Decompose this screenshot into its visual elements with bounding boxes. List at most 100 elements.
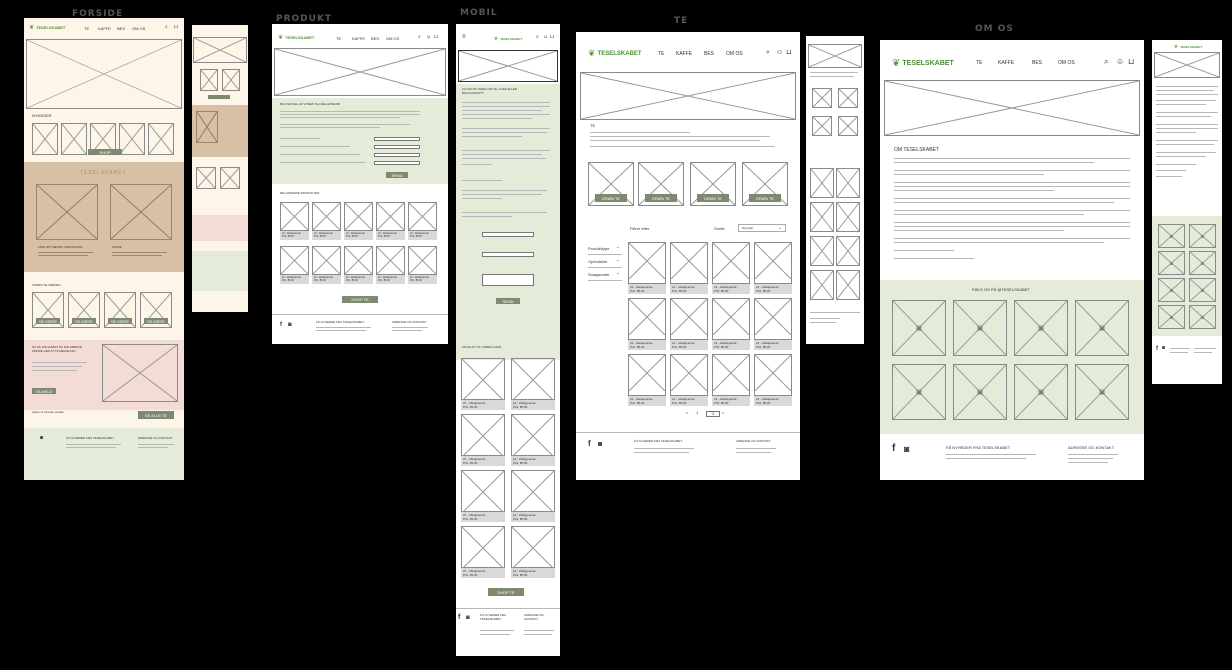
product-card[interactable]: 21 - Afslappende Pris: 85,00	[408, 202, 437, 240]
search-icon[interactable]: ⌕	[536, 35, 539, 40]
mobile-field-2[interactable]	[482, 252, 534, 257]
cat-mobile-product-4[interactable]	[836, 202, 860, 232]
form-field-4[interactable]	[374, 161, 420, 165]
cat-mobile-product-6[interactable]	[836, 236, 860, 266]
product-card[interactable]: 21 - Afslappende Pris: 85,00	[712, 298, 750, 350]
cat-mobile-product-3[interactable]	[810, 202, 834, 232]
product-card[interactable]: 21 - Afslappende Pris: 85,00	[511, 358, 555, 410]
product-card[interactable]: 21 - Afslappende Pris: 85,00	[712, 354, 750, 406]
instagram-post[interactable]: ▣	[1158, 278, 1185, 302]
nav-item-te[interactable]: TE	[336, 37, 341, 41]
user-icon[interactable]: ☺	[543, 35, 548, 40]
news-card-1[interactable]	[32, 123, 58, 155]
menu-icon[interactable]: ≡	[462, 34, 466, 40]
product-shop-button[interactable]: SHOP TE	[342, 296, 378, 303]
sort-select[interactable]: Nyheder ⌄	[738, 224, 786, 232]
product-card[interactable]: 21 - Afslappende Pris: 85,00	[511, 470, 555, 522]
cat-mobile-tile-4[interactable]	[838, 116, 858, 136]
instagram-post[interactable]: ▣	[1075, 364, 1129, 420]
cat-mobile-product-1[interactable]	[810, 168, 834, 198]
product-card[interactable]: 21 - Afslappende Pris: 85,00	[511, 526, 555, 578]
cart-icon[interactable]: ⊔	[174, 25, 178, 30]
nav-item-kaffe[interactable]: KAFFE	[998, 61, 1014, 66]
product-card[interactable]: 21 - Afslappende Pris: 85,00	[376, 202, 405, 240]
form-field-3[interactable]	[374, 153, 420, 157]
mobile-news-1[interactable]	[200, 69, 218, 91]
facebook-icon[interactable]: f	[280, 322, 282, 328]
product-card[interactable]: 21 - Afslappende Pris: 85,00	[408, 246, 437, 284]
category-button-2[interactable]: GRØN TE	[645, 194, 677, 202]
grid-button-1[interactable]: SE MERE	[36, 318, 60, 324]
mobile-shop-button[interactable]	[208, 95, 230, 99]
filter-product-type[interactable]: Produkttype	[588, 247, 609, 251]
feature-image-left[interactable]	[36, 184, 98, 240]
grid-button-3[interactable]: SE MERE	[108, 318, 132, 324]
cart-icon[interactable]: ⊔	[1128, 58, 1134, 66]
facebook-icon[interactable]: f	[458, 614, 460, 621]
nav-item-bes[interactable]: BES	[704, 52, 714, 57]
instagram-icon[interactable]: ◙	[904, 445, 909, 454]
facebook-icon[interactable]: f	[588, 440, 591, 448]
product-card[interactable]: 21 - Afslappende Pris: 85,00	[511, 414, 555, 466]
product-card[interactable]: 21 - Afslappende Pris: 85,00	[670, 242, 708, 294]
cart-icon[interactable]: ⊔	[434, 35, 438, 40]
instagram-post[interactable]: ▣	[1189, 251, 1216, 275]
product-card[interactable]: 21 - Afslappende Pris: 85,00	[628, 242, 666, 294]
cat-mobile-product-2[interactable]	[836, 168, 860, 198]
search-icon[interactable]: ⌕	[165, 25, 168, 30]
instagram-icon[interactable]: ◙	[466, 615, 470, 621]
cat-mobile-product-8[interactable]	[836, 270, 860, 300]
instagram-post[interactable]: ▣	[892, 300, 946, 356]
search-icon[interactable]: ⌕	[418, 35, 421, 40]
cat-mobile-tile-3[interactable]	[812, 116, 832, 136]
product-card[interactable]: 21 - Afslappende Pris: 85,00	[712, 242, 750, 294]
nav-item-bes[interactable]: BES	[371, 37, 379, 41]
product-card[interactable]: 21 - Afslappende Pris: 85,00	[344, 246, 373, 284]
nav-item-om-os[interactable]: OM OS	[132, 27, 145, 31]
product-card[interactable]: 21 - Afslappende Pris: 85,00	[670, 354, 708, 406]
category-button-4[interactable]: GRØN TE	[749, 194, 781, 202]
news-card-4[interactable]	[119, 123, 145, 155]
search-icon[interactable]: ⌕	[766, 49, 770, 56]
user-icon[interactable]: ☺	[776, 49, 783, 56]
instagram-post[interactable]: ▣	[1014, 364, 1068, 420]
grid-button-2[interactable]: SE MERE	[72, 318, 96, 324]
product-card[interactable]: 21 - Afslappende Pris: 85,00	[461, 358, 505, 410]
instagram-icon[interactable]: ◙	[1162, 346, 1165, 351]
cat-mobile-tile-1[interactable]	[812, 88, 832, 108]
page-1[interactable]: 1	[696, 411, 698, 415]
page-prev[interactable]: <	[686, 411, 688, 415]
instagram-post[interactable]: ▣	[1014, 300, 1068, 356]
nav-item-kaffe[interactable]: KAFFE	[352, 37, 365, 41]
cat-mobile-product-5[interactable]	[810, 236, 834, 266]
logo[interactable]: ❦ TESELSKABET	[29, 24, 65, 31]
search-icon[interactable]: ⌕	[1104, 58, 1108, 66]
mobile-field-3[interactable]	[482, 274, 534, 286]
instagram-post[interactable]: ▣	[953, 300, 1007, 356]
facebook-icon[interactable]: f	[1156, 346, 1158, 352]
nav-item-te[interactable]: TE	[976, 61, 982, 66]
news-card-5[interactable]	[148, 123, 174, 155]
product-card[interactable]: 21 - Afslappende Pris: 85,00	[754, 354, 792, 406]
product-submit[interactable]: SEND	[386, 172, 408, 178]
product-card[interactable]: 21 - Afslappende Pris: 85,00	[280, 246, 309, 284]
instagram-post[interactable]: ▣	[1158, 251, 1185, 275]
instagram-post[interactable]: ▣	[892, 364, 946, 420]
form-field-1[interactable]	[374, 137, 420, 141]
nav-item-om-os[interactable]: OM OS	[386, 37, 399, 41]
feature-image-right[interactable]	[110, 184, 172, 240]
mobile-grid-1[interactable]	[196, 167, 216, 189]
page-2[interactable]: 2	[706, 411, 721, 417]
nav-item-bes[interactable]: BES	[117, 27, 125, 31]
category-button-3[interactable]: GRØN TE	[697, 194, 729, 202]
product-card[interactable]: 21 - Afslappende Pris: 85,00	[628, 354, 666, 406]
cart-icon[interactable]: ⊔	[786, 49, 791, 56]
filter-flavor[interactable]: Smagsnoter	[588, 273, 610, 277]
mobile-grid-2[interactable]	[220, 167, 240, 189]
instagram-icon[interactable]: ◙	[40, 436, 43, 441]
nav-item-bes[interactable]: BES	[1032, 61, 1042, 66]
grid-button-4[interactable]: SE MERE	[144, 318, 168, 324]
promo-button[interactable]: TILMELD	[32, 388, 56, 394]
filter-origin[interactable]: Oprindelse	[588, 260, 607, 264]
about-mobile-logo[interactable]: ❦ TESELSKABET	[1174, 44, 1202, 50]
